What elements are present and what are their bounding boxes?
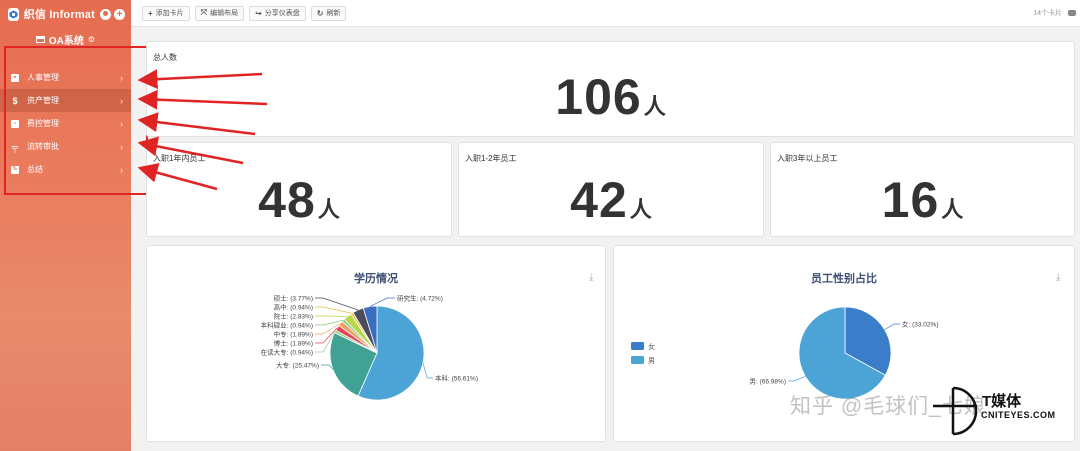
- system-name: OA系统: [48, 35, 84, 47]
- add-icon[interactable]: +: [114, 8, 125, 20]
- stat-value: 42人: [570, 172, 652, 228]
- legend-swatch[interactable]: [631, 342, 644, 350]
- dollar-icon: $: [12, 95, 18, 106]
- card-title: 入职1-2年员工: [465, 154, 517, 163]
- legend-swatch[interactable]: [631, 356, 644, 364]
- pie-label-line: [422, 362, 433, 379]
- within-1-year-card: 入职1年内员工 48人: [146, 142, 452, 237]
- legend-label[interactable]: 女: [648, 342, 655, 351]
- user-avatar-icon[interactable]: [100, 8, 111, 20]
- stat-value: 16人: [881, 172, 964, 228]
- flow-icon: ╤: [11, 141, 19, 152]
- chevron-right-icon: ›: [120, 72, 123, 83]
- sidebar-item-label: 资产管理: [27, 96, 59, 105]
- three-plus-years-card: 入职3年以上员工 16人: [770, 142, 1075, 237]
- money-icon: ▫: [11, 119, 19, 128]
- brand-bar: 织信 Informat +: [0, 0, 131, 28]
- person-card-icon: ▪: [11, 73, 19, 82]
- share-dashboard-button[interactable]: ↪ 分享仪表盘: [249, 5, 306, 21]
- pie-data-label: 研究生: (4.72%): [397, 294, 443, 303]
- sidebar-item-label: 总结: [27, 165, 43, 174]
- edit-layout-button[interactable]: ⤧ 编辑布局: [194, 5, 245, 21]
- pie-data-label: 高中: (0.94%): [274, 303, 313, 312]
- brand-logo-icon: [933, 386, 978, 436]
- pie-data-label: 博士: (1.89%): [274, 339, 313, 348]
- card-title: 入职1年内员工: [153, 154, 206, 163]
- pie-label-line: [315, 306, 352, 314]
- system-title[interactable]: OA系统 ⚙: [0, 28, 131, 50]
- sidebar: 织信 Informat + OA系统 ⚙ ▪ 人事管理 › $ 资产管理 › ▫…: [0, 0, 131, 451]
- pie-data-label: 男: (66.98%): [750, 378, 787, 386]
- pie-data-label: 在读大专: (0.94%): [261, 348, 313, 357]
- pie-data-label: 本科肄业: (0.94%): [261, 321, 313, 330]
- sidebar-item-label: 流转审批: [27, 142, 59, 151]
- pie-data-label: 硕士: (3.77%): [274, 294, 313, 303]
- add-card-button[interactable]: + 添加卡片: [142, 5, 190, 21]
- card-title: 入职3年以上员工: [777, 154, 838, 163]
- refresh-button[interactable]: ↻ 刷新: [310, 5, 347, 21]
- pie-label-line: [369, 297, 395, 307]
- expand-icon: ⤧: [200, 8, 208, 17]
- pie-label-line: [315, 297, 359, 311]
- sidebar-item-summary[interactable]: ✎ 总结 ›: [0, 158, 131, 181]
- pie-data-label: 中专: (1.89%): [274, 330, 313, 339]
- education-pie-chart: 本科: (56.61%) 大专: (25.47%) 在读大专: (0.94%)博士:…: [261, 294, 478, 401]
- window-icon: [35, 35, 45, 43]
- total-headcount-card: 总人数 106人: [146, 41, 1075, 137]
- sidebar-item-assets[interactable]: $ 资产管理 ›: [0, 89, 131, 112]
- card-count: 14个卡片: [1033, 10, 1062, 17]
- brand-watermark: T媒体 CNITEYES.COM: [925, 378, 1075, 438]
- dashboard-toolbar: + 添加卡片 ⤧ 编辑布局 ↪ 分享仪表盘 ↻ 刷新 14个卡片: [131, 0, 1080, 27]
- app-logo-icon: [8, 7, 19, 21]
- pie-data-label: 本科: (56.61%): [435, 374, 478, 383]
- app-name: 织信 Informat: [23, 9, 95, 21]
- stat-value: 48人: [258, 172, 340, 228]
- card-title: 总人数: [153, 53, 177, 62]
- chevron-right-icon: ›: [120, 118, 123, 129]
- sidebar-item-label: 费控管理: [27, 119, 59, 128]
- education-chart-card: 学历情况 ⤓ 本科: (56.61%) 大专: (25.47%) 在读大专: (0.…: [146, 245, 606, 442]
- edit-icon: ✎: [11, 165, 19, 174]
- chevron-right-icon: ›: [120, 164, 123, 175]
- pie-label-line: [884, 323, 900, 330]
- pie-data-label: 女: (33.02%): [902, 320, 939, 329]
- comment-icon[interactable]: [1068, 10, 1076, 16]
- share-icon: ↪: [255, 8, 262, 18]
- chevron-right-icon: ›: [120, 95, 123, 106]
- settings-icon[interactable]: ⚙: [88, 35, 95, 44]
- chevron-right-icon: ›: [120, 141, 123, 152]
- pie-data-label: 院士: (2.83%): [274, 312, 313, 321]
- refresh-icon: ↻: [316, 8, 324, 18]
- one-to-two-years-card: 入职1-2年员工 42人: [458, 142, 764, 237]
- sidebar-menu: ▪ 人事管理 › $ 资产管理 › ▫ 费控管理 › ╤ 流转审批 › ✎ 总结…: [0, 66, 131, 181]
- plus-icon: +: [148, 8, 153, 18]
- pie-label-line: [788, 376, 806, 382]
- legend-label[interactable]: 男: [648, 357, 655, 365]
- pie-data-label: 大专: (25.47%): [276, 361, 319, 370]
- sidebar-item-hr[interactable]: ▪ 人事管理 ›: [0, 66, 131, 89]
- sidebar-item-label: 人事管理: [27, 73, 59, 82]
- sidebar-item-expense[interactable]: ▫ 费控管理 ›: [0, 112, 131, 135]
- stat-value: 106人: [555, 69, 666, 125]
- sidebar-item-approval[interactable]: ╤ 流转审批 ›: [0, 135, 131, 158]
- pie-label-line: [321, 364, 334, 370]
